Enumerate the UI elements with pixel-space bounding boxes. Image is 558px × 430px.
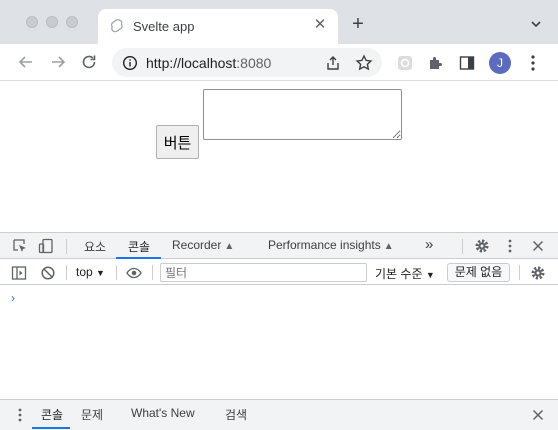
page-textarea[interactable] — [203, 89, 402, 140]
arrow-right-icon[interactable] — [49, 53, 67, 71]
sidebar-toggle-icon[interactable] — [11, 265, 27, 281]
inspect-element-icon[interactable] — [12, 238, 28, 254]
svelte-logo-icon — [110, 19, 123, 33]
tab-performance-insights[interactable]: Performance insights ▲ — [268, 238, 394, 252]
more-tabs-icon[interactable]: » — [425, 236, 433, 253]
window-minimize-icon[interactable] — [46, 16, 58, 28]
drawer-tab-whats-new[interactable]: What's New — [131, 406, 195, 420]
browser-toolbar: http://localhost:8080 J — [0, 44, 558, 81]
browser-tab[interactable]: Svelte app ✕ — [98, 9, 338, 44]
flask-icon: ▲ — [224, 241, 235, 252]
close-icon[interactable]: ✕ — [312, 17, 328, 33]
devtools-drawer: 콘솔 문제 What's New 검색 — [0, 399, 558, 430]
divider — [66, 265, 67, 280]
url-text[interactable]: http://localhost:8080 — [146, 55, 271, 71]
tab-recorder[interactable]: Recorder ▲ — [172, 238, 234, 252]
console-toolbar: top ▼ 기본 수준 ▼ 문제 없음 — [0, 260, 558, 285]
extension-icon[interactable] — [396, 54, 414, 72]
page-viewport: 버튼 — [0, 81, 558, 232]
side-panel-icon[interactable] — [458, 54, 476, 72]
close-icon[interactable] — [530, 407, 546, 423]
tab-strip: Svelte app ✕ + — [0, 0, 558, 44]
info-icon[interactable] — [122, 55, 138, 71]
tab-performance-insights-label: Performance insights — [268, 238, 381, 252]
clear-console-icon[interactable] — [40, 265, 56, 281]
plus-icon[interactable]: + — [350, 14, 366, 34]
drawer-tab-console[interactable]: 콘솔 — [41, 406, 63, 423]
divider — [116, 265, 117, 280]
url-port: :8080 — [236, 55, 272, 71]
active-tab-indicator — [116, 257, 161, 259]
console-output[interactable]: › — [0, 285, 558, 399]
issues-button[interactable]: 문제 없음 — [447, 263, 510, 282]
share-icon[interactable] — [325, 55, 341, 71]
puzzle-icon[interactable] — [427, 54, 445, 72]
avatar[interactable]: J — [489, 52, 511, 74]
log-level-selector[interactable]: 기본 수준 ▼ — [375, 265, 435, 282]
drawer-tab-search[interactable]: 검색 — [225, 406, 247, 423]
address-bar[interactable]: http://localhost:8080 — [112, 48, 382, 77]
dropdown-arrow-icon: ▼ — [96, 268, 105, 278]
gear-icon[interactable] — [530, 265, 546, 281]
tab-title: Svelte app — [133, 19, 195, 34]
star-icon[interactable] — [355, 54, 373, 72]
context-label: top — [76, 265, 93, 279]
url-host: http://localhost — [146, 55, 237, 71]
dropdown-arrow-icon: ▼ — [425, 270, 435, 280]
tab-recorder-label: Recorder — [172, 238, 222, 252]
reload-icon[interactable] — [80, 53, 98, 71]
divider — [152, 265, 153, 280]
devtools-panel: 요소 콘솔 Recorder ▲ Performance insights ▲ » — [0, 232, 558, 430]
kebab-menu-icon[interactable] — [502, 238, 518, 254]
active-drawer-tab-indicator — [32, 427, 70, 429]
log-level-label: 기본 수준 — [375, 267, 423, 281]
kebab-menu-icon[interactable] — [12, 407, 28, 423]
drawer-tab-issues[interactable]: 문제 — [81, 406, 103, 423]
device-toolbar-icon[interactable] — [38, 238, 54, 254]
context-selector[interactable]: top ▼ — [76, 265, 105, 279]
close-icon[interactable] — [530, 238, 546, 254]
kebab-menu-icon[interactable] — [530, 54, 536, 72]
page-button[interactable]: 버튼 — [156, 125, 199, 159]
window-zoom-icon[interactable] — [66, 16, 78, 28]
browser-window: Svelte app ✕ + http://localhost:8080 J 버… — [0, 0, 558, 430]
arrow-left-icon[interactable] — [17, 53, 35, 71]
window-close-icon[interactable] — [26, 16, 38, 28]
gear-icon[interactable] — [474, 238, 490, 254]
divider — [462, 239, 463, 254]
tab-console[interactable]: 콘솔 — [128, 238, 150, 255]
eye-icon[interactable] — [126, 265, 142, 281]
devtools-tab-bar: 요소 콘솔 Recorder ▲ Performance insights ▲ » — [0, 233, 558, 259]
divider — [66, 239, 67, 254]
chevron-down-icon[interactable] — [530, 18, 542, 30]
filter-input[interactable] — [160, 263, 367, 282]
tab-elements[interactable]: 요소 — [84, 238, 106, 255]
console-prompt[interactable]: › — [11, 291, 15, 305]
flask-icon: ▲ — [383, 241, 394, 252]
divider — [519, 265, 520, 280]
